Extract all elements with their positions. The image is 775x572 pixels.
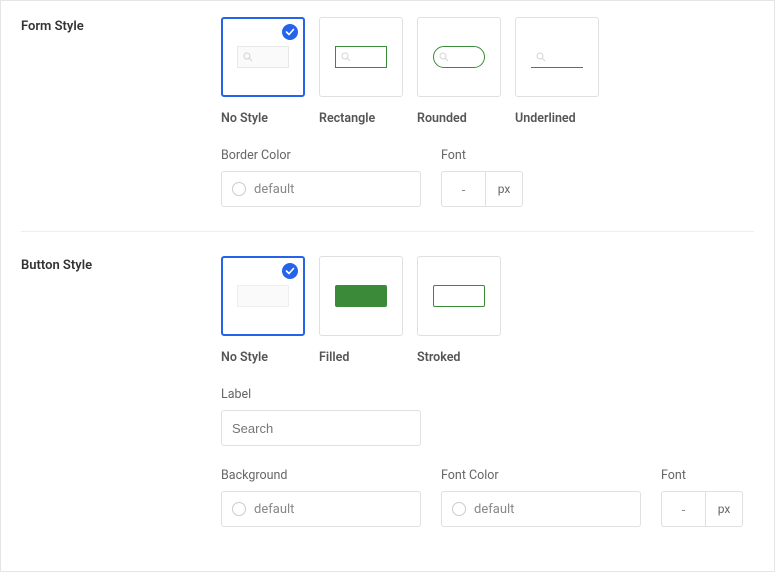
option-caption: Underlined xyxy=(515,111,599,126)
preview-button-stroked xyxy=(433,285,485,307)
form-style-option-no-style[interactable]: No Style xyxy=(221,17,305,126)
label-field-label: Label xyxy=(221,387,421,402)
selected-check-icon xyxy=(282,263,298,279)
border-color-input[interactable]: default xyxy=(221,171,421,207)
button-style-option-stroked[interactable]: Stroked xyxy=(417,256,501,365)
button-style-heading: Button Style xyxy=(21,256,221,273)
button-style-section: Button Style No Style Filled xyxy=(21,231,754,551)
background-value: default xyxy=(254,502,294,517)
background-label: Background xyxy=(221,468,421,483)
search-icon xyxy=(341,52,351,62)
preview-input-rectangle xyxy=(335,46,387,68)
font-size-input[interactable] xyxy=(441,171,485,207)
option-caption: No Style xyxy=(221,111,305,126)
border-color-label: Border Color xyxy=(221,148,421,163)
form-style-option-rounded[interactable]: Rounded xyxy=(417,17,501,126)
button-font-unit-select[interactable]: px xyxy=(705,491,743,527)
option-caption: Rounded xyxy=(417,111,501,126)
form-style-option-underlined[interactable]: Underlined xyxy=(515,17,599,126)
preview-button-plain xyxy=(237,285,289,307)
color-swatch-icon xyxy=(232,502,246,516)
form-style-heading: Form Style xyxy=(21,17,221,34)
font-color-input[interactable]: default xyxy=(441,491,641,527)
font-color-label: Font Color xyxy=(441,468,641,483)
background-color-input[interactable]: default xyxy=(221,491,421,527)
search-icon xyxy=(439,52,449,62)
font-color-value: default xyxy=(474,502,514,517)
option-caption: No Style xyxy=(221,350,305,365)
preview-button-filled xyxy=(335,285,387,307)
color-swatch-icon xyxy=(452,502,466,516)
button-style-option-filled[interactable]: Filled xyxy=(319,256,403,365)
option-caption: Stroked xyxy=(417,350,501,365)
font-unit-select[interactable]: px xyxy=(485,171,523,207)
form-style-section: Form Style No Style xyxy=(21,17,754,231)
option-caption: Filled xyxy=(319,350,403,365)
search-icon xyxy=(243,52,253,62)
border-color-value: default xyxy=(254,182,294,197)
label-input[interactable] xyxy=(221,410,421,446)
search-icon xyxy=(536,52,546,62)
option-caption: Rectangle xyxy=(319,111,403,126)
font-label: Font xyxy=(441,148,523,163)
preview-input-plain xyxy=(237,46,289,68)
button-font-size-input[interactable] xyxy=(661,491,705,527)
preview-input-underlined xyxy=(531,46,583,68)
form-style-option-rectangle[interactable]: Rectangle xyxy=(319,17,403,126)
color-swatch-icon xyxy=(232,182,246,196)
preview-input-rounded xyxy=(433,46,485,68)
button-style-option-no-style[interactable]: No Style xyxy=(221,256,305,365)
button-font-label: Font xyxy=(661,468,743,483)
selected-check-icon xyxy=(282,24,298,40)
